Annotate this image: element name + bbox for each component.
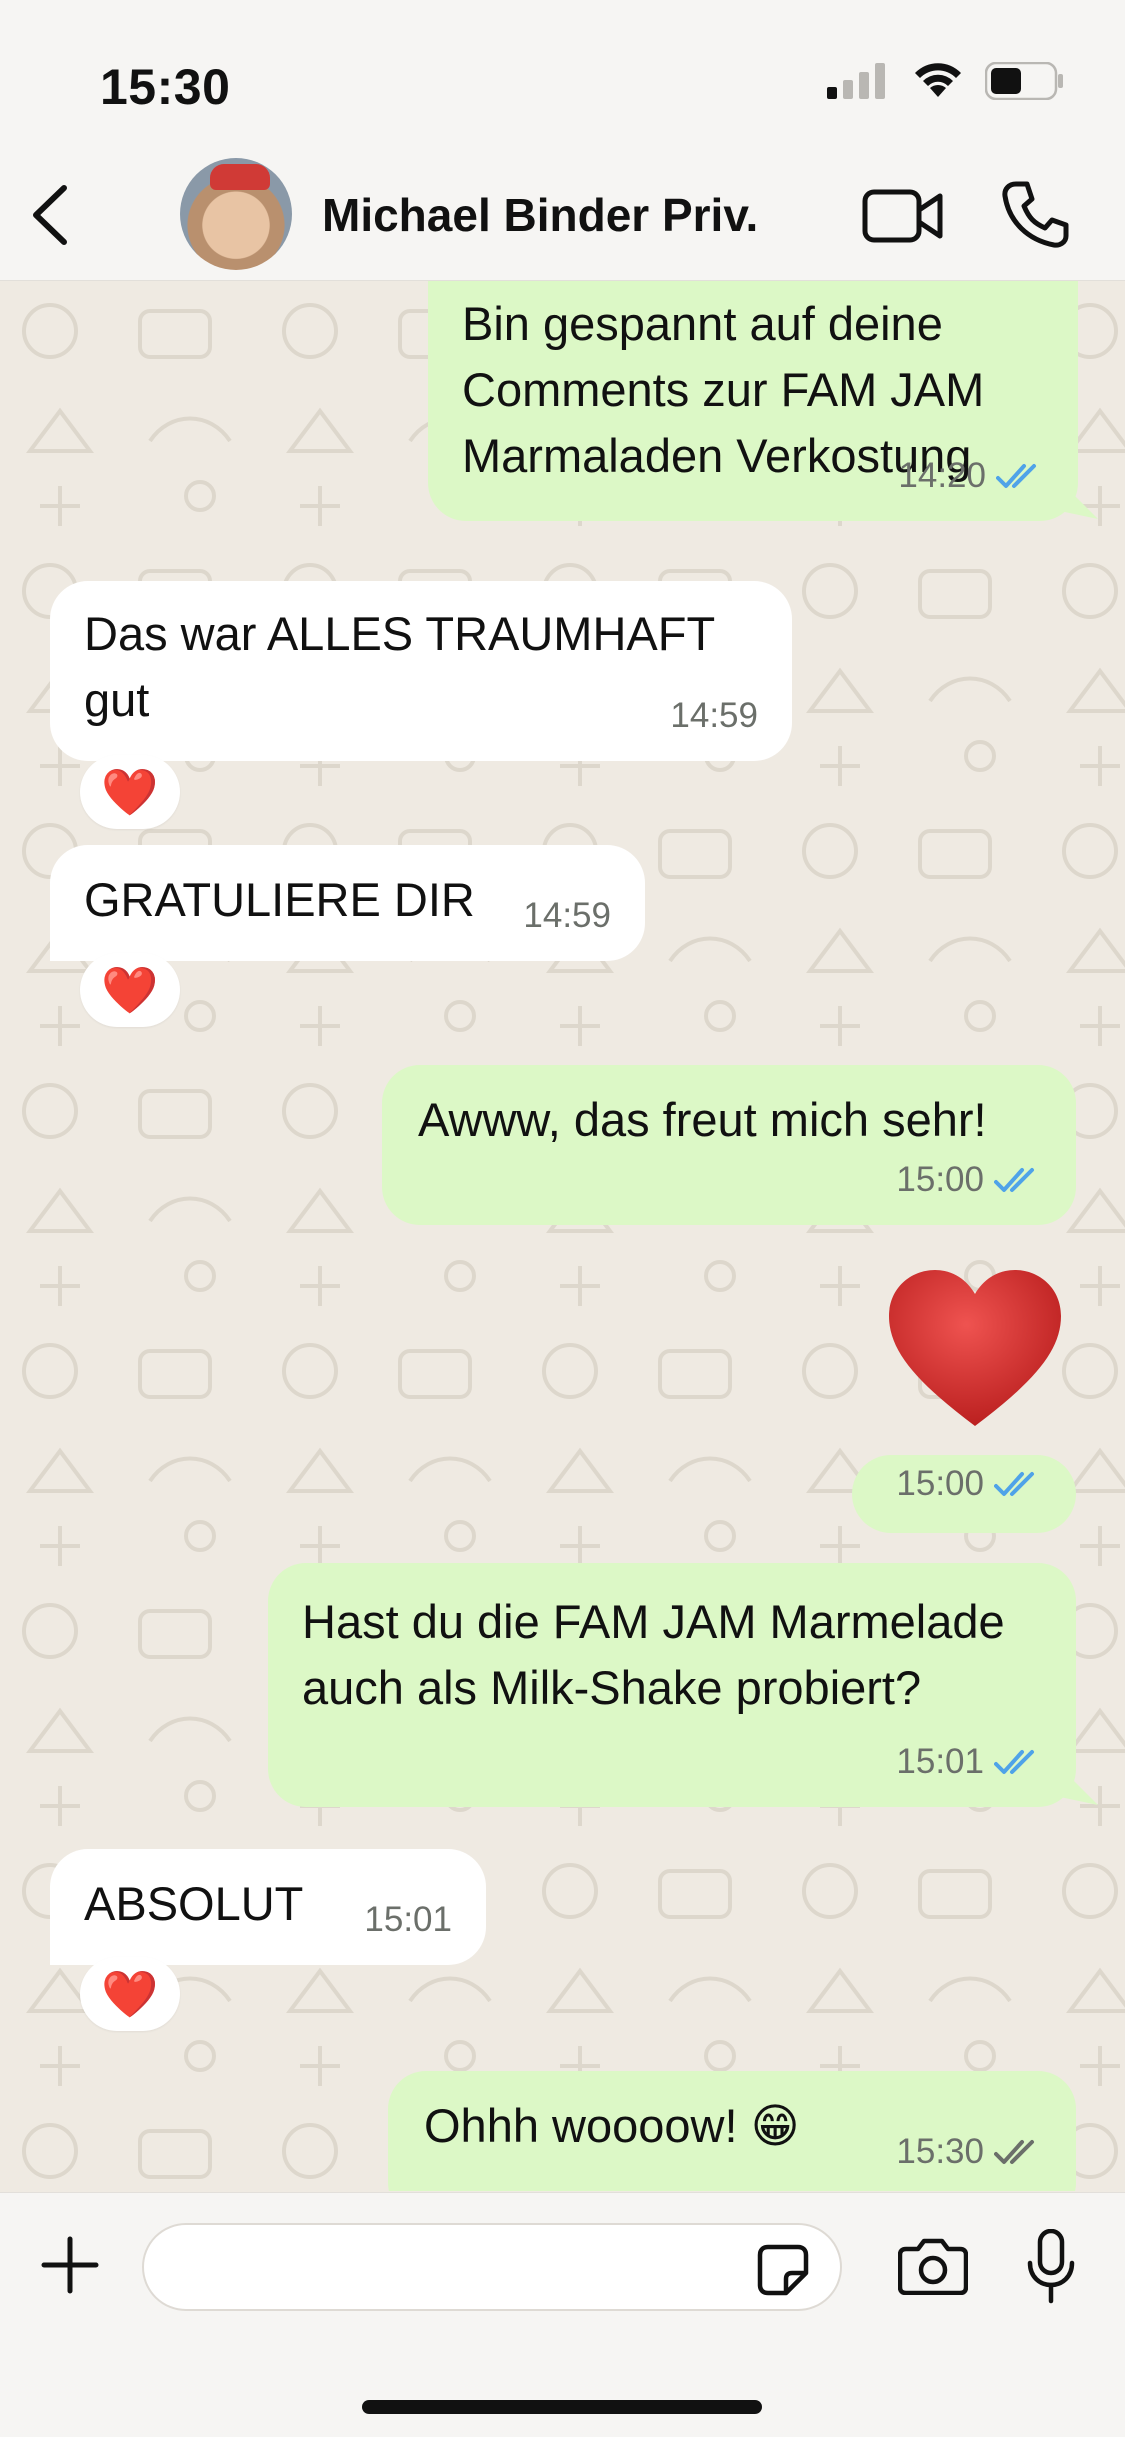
message-incoming[interactable]: Das war ALLES TRAUMHAFT gut 14:59 xyxy=(50,581,792,761)
sticker-icon[interactable] xyxy=(756,2243,810,2297)
read-receipt-icon xyxy=(994,1472,1034,1496)
message-meta: 15:00 xyxy=(896,1147,1042,1213)
read-receipt-icon xyxy=(994,1168,1034,1192)
reaction-badge[interactable]: ❤️ xyxy=(80,953,180,1027)
phone-icon[interactable] xyxy=(1000,180,1070,250)
camera-icon[interactable] xyxy=(898,2237,968,2295)
message-field[interactable] xyxy=(142,2223,842,2311)
message-meta: 14:59 xyxy=(523,883,611,949)
message-input[interactable] xyxy=(174,2243,738,2295)
bubble-tail xyxy=(1060,481,1098,519)
message-outgoing[interactable]: Bin gespannt auf deine Comments zur FAM … xyxy=(428,281,1078,521)
read-receipt-icon xyxy=(996,464,1036,488)
message-outgoing[interactable]: Awww, das freut mich sehr! 15:00 xyxy=(382,1065,1076,1225)
message-time-pill[interactable]: 15:00 xyxy=(852,1455,1076,1533)
message-outgoing[interactable]: Hast du die FAM JAM Marmelade auch als M… xyxy=(268,1563,1076,1807)
heart-icon: ❤️ xyxy=(101,1967,159,2020)
message-time: 14:59 xyxy=(670,696,758,735)
contact-avatar[interactable] xyxy=(180,158,292,270)
message-text: Hast du die FAM JAM Marmelade auch als M… xyxy=(302,1595,1005,1714)
message-meta: 15:01 xyxy=(364,1887,452,1953)
message-text: ABSOLUT xyxy=(84,1877,304,1930)
status-time: 15:30 xyxy=(100,59,231,115)
message-incoming[interactable]: ABSOLUT 15:01 xyxy=(50,1849,486,1965)
avatar-hat xyxy=(210,164,270,190)
message-meta: 15:00 xyxy=(896,1451,1042,1517)
message-time: 15:00 xyxy=(896,1464,984,1503)
message-time: 15:30 xyxy=(896,2132,984,2171)
microphone-icon[interactable] xyxy=(1026,2229,1076,2305)
reaction-badge[interactable]: ❤️ xyxy=(80,755,180,829)
chat-area[interactable]: Bin gespannt auf deine Comments zur FAM … xyxy=(0,281,1125,2191)
message-incoming[interactable]: GRATULIERE DIR 14:59 xyxy=(50,845,645,961)
status-icons xyxy=(827,62,1065,100)
signal-icon xyxy=(827,63,885,99)
status-bar: 15:30 xyxy=(0,0,1125,150)
delivered-receipt-icon xyxy=(994,2140,1034,2164)
message-meta: 15:01 xyxy=(896,1729,1042,1795)
wifi-icon xyxy=(915,63,961,97)
message-time: 15:01 xyxy=(896,1742,984,1781)
message-meta: 14:20 xyxy=(898,443,1044,509)
message-outgoing[interactable]: Ohhh woooow! 😁 15:30 xyxy=(388,2071,1076,2191)
reaction-badge[interactable]: ❤️ xyxy=(80,1957,180,2031)
bubble-tail xyxy=(1060,1767,1098,1805)
chat-header: Michael Binder Priv. xyxy=(0,150,1125,281)
chevron-left-icon[interactable] xyxy=(22,180,82,250)
message-text: Das war ALLES TRAUMHAFT gut xyxy=(84,607,715,726)
message-time: 14:59 xyxy=(523,896,611,935)
big-heart-emoji[interactable] xyxy=(885,1266,1065,1434)
message-text: Awww, das freut mich sehr! xyxy=(418,1093,987,1146)
message-time: 15:00 xyxy=(896,1160,984,1199)
contact-name[interactable]: Michael Binder Priv. xyxy=(322,188,758,242)
heart-icon: ❤️ xyxy=(101,765,159,818)
plus-icon[interactable] xyxy=(40,2235,100,2295)
heart-icon: ❤️ xyxy=(101,963,159,1016)
battery-icon xyxy=(985,62,1063,100)
message-text: GRATULIERE DIR xyxy=(84,873,475,926)
home-indicator[interactable] xyxy=(362,2400,762,2414)
video-call-icon[interactable] xyxy=(862,186,944,246)
message-text: Ohhh woooow! 😁 xyxy=(424,2099,800,2152)
message-meta: 15:30 xyxy=(896,2119,1042,2185)
message-meta: 14:59 xyxy=(670,683,758,749)
read-receipt-icon xyxy=(994,1750,1034,1774)
message-time: 15:01 xyxy=(364,1900,452,1939)
message-time: 14:20 xyxy=(898,456,986,495)
